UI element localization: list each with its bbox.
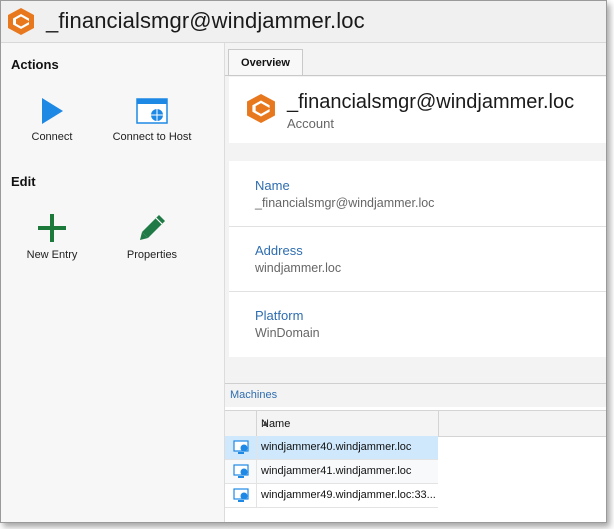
table-row[interactable]: windjammer49.windjammer.loc:33...: [225, 484, 438, 508]
account-title: _financialsmgr@windjammer.loc: [287, 91, 575, 113]
connect-to-host-label: Connect to Host: [112, 131, 192, 143]
grid-header-icon-column: [225, 411, 257, 436]
field-platform: Platform WinDomain: [255, 308, 320, 340]
field-name-label: Name: [255, 178, 290, 193]
field-address-label: Address: [255, 243, 303, 258]
title-bar: _financialsmgr@windjammer.loc: [1, 1, 606, 43]
app-window: _financialsmgr@windjammer.loc Actions Co…: [0, 0, 607, 523]
machines-grid: Name ▲ windjammer40.windjammer.loc windj…: [225, 407, 606, 522]
machine-name: windjammer41.windjammer.loc: [261, 465, 412, 477]
column-header-name[interactable]: Name ▲: [257, 411, 439, 436]
play-icon: [42, 98, 63, 124]
machine-name: windjammer40.windjammer.loc: [261, 441, 412, 453]
plus-icon: [38, 214, 66, 242]
row-divider: [256, 460, 257, 483]
machines-title: Machines: [230, 389, 278, 401]
section-title-edit: Edit: [11, 174, 36, 189]
app-logo-icon: [8, 8, 34, 35]
window-title: _financialsmgr@windjammer.loc: [46, 8, 365, 33]
row-divider: [256, 484, 257, 507]
pencil-icon: [140, 215, 165, 240]
field-name: Name _financialsmgr@windjammer.loc: [255, 178, 434, 210]
field-address-value: windjammer.loc: [255, 261, 342, 275]
tab-divider: [225, 75, 606, 76]
connect-host-icon: [136, 98, 168, 124]
field-separator: [229, 226, 606, 227]
account-header: _financialsmgr@windjammer.loc Account: [229, 77, 606, 143]
machine-icon: [233, 488, 249, 502]
sidebar: Actions Connect Connect to Host Edit New…: [1, 43, 225, 522]
row-divider: [256, 436, 257, 459]
machines-section-header: Machines: [225, 383, 606, 408]
machine-icon: [233, 464, 249, 478]
field-separator: [229, 291, 606, 292]
field-platform-label: Platform: [255, 308, 304, 323]
field-address: Address windjammer.loc: [255, 243, 341, 275]
connect-button[interactable]: Connect: [1, 97, 107, 143]
properties-button[interactable]: Properties: [97, 213, 207, 261]
connect-to-host-button[interactable]: Connect to Host: [97, 97, 207, 143]
grid-header: Name ▲: [225, 410, 606, 437]
new-entry-label: New Entry: [26, 249, 78, 261]
tab-overview[interactable]: Overview: [228, 49, 303, 76]
table-row[interactable]: windjammer40.windjammer.loc: [225, 436, 438, 460]
connect-label: Connect: [31, 131, 73, 143]
table-row[interactable]: windjammer41.windjammer.loc: [225, 460, 438, 484]
machine-name: windjammer49.windjammer.loc:33...: [261, 489, 436, 501]
account-logo-icon: [247, 94, 275, 123]
account-subtitle: Account: [287, 116, 334, 131]
details-panel: Name _financialsmgr@windjammer.loc Addre…: [229, 161, 606, 357]
field-name-value: _financialsmgr@windjammer.loc: [255, 196, 435, 210]
new-entry-button[interactable]: New Entry: [1, 213, 107, 261]
field-platform-value: WinDomain: [255, 326, 320, 340]
main-panel: Overview _financialsmgr@windjammer.loc A…: [225, 43, 606, 522]
sort-ascending-icon: ▲: [261, 418, 270, 428]
section-title-actions: Actions: [11, 57, 59, 72]
machine-icon: [233, 440, 249, 454]
properties-label: Properties: [126, 249, 178, 261]
